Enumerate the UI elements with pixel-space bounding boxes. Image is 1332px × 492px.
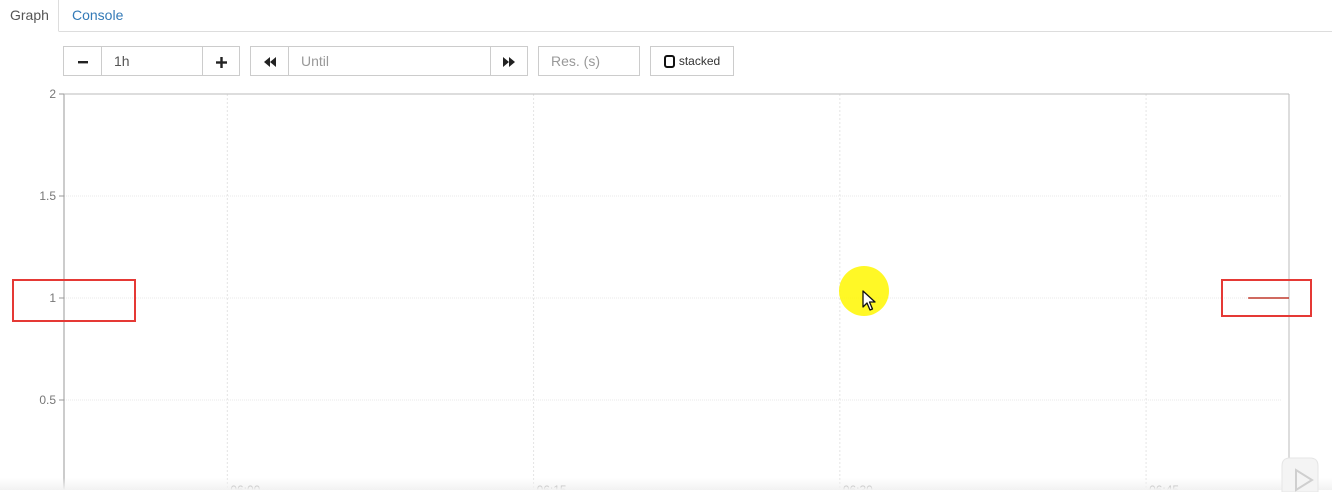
checkbox-icon <box>663 54 675 68</box>
play-icon <box>1281 457 1319 492</box>
minus-icon <box>77 61 88 64</box>
until-input[interactable] <box>288 46 491 76</box>
double-chevron-left-icon <box>263 57 276 68</box>
stacked-label: stacked <box>678 54 721 68</box>
double-chevron-right-icon <box>503 57 515 68</box>
stacked-toggle-button[interactable]: stacked <box>650 46 734 76</box>
chart-axes <box>59 93 1290 490</box>
y-axis-ticks: 21.510.5 <box>39 87 56 407</box>
resolution-input[interactable] <box>538 46 640 76</box>
forward-button[interactable] <box>490 46 528 76</box>
y-tick-label: 0.5 <box>39 393 56 407</box>
back-button[interactable] <box>250 46 289 76</box>
increase-range-button[interactable] <box>202 46 240 76</box>
plus-icon <box>215 56 227 68</box>
y-tick-label: 2 <box>49 87 56 101</box>
bottom-fade <box>0 478 1332 490</box>
graph-chart[interactable]: 21.510.5 06:0006:1506:3006:45 <box>0 80 1332 490</box>
range-input[interactable] <box>101 46 203 76</box>
tab-bar: Graph Console <box>0 0 1332 32</box>
chart-grid <box>64 94 1282 490</box>
tab-graph[interactable]: Graph <box>0 0 59 32</box>
tab-console[interactable]: Console <box>60 0 135 31</box>
highlight-box-series-end <box>1221 279 1312 317</box>
y-tick-label: 1.5 <box>39 189 56 203</box>
highlight-box-y-value <box>12 279 136 322</box>
mouse-pointer-icon <box>862 290 876 311</box>
decrease-range-button[interactable] <box>63 46 102 76</box>
